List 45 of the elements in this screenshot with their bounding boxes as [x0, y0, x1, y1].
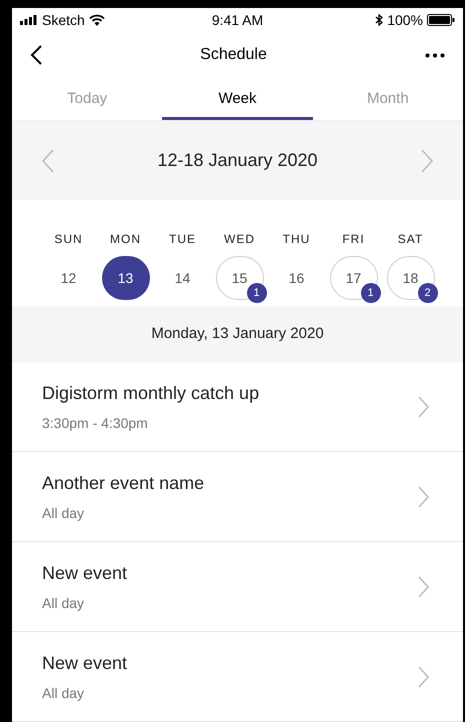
date-button[interactable]: 14 — [158, 256, 206, 300]
event-time: All day — [42, 594, 86, 613]
event-time: 3:30pm - 4:30pm — [42, 414, 149, 433]
carrier-name: Sketch — [42, 10, 85, 30]
event-title: Another event name — [42, 472, 204, 494]
battery-percent: 100% — [387, 10, 423, 30]
date-button[interactable]: 13 — [102, 256, 150, 300]
date-button[interactable]: 15 1 — [216, 256, 264, 300]
chevron-right-icon — [418, 396, 429, 418]
chevron-right-icon — [418, 486, 429, 508]
event-title: New event — [42, 562, 128, 584]
event-row[interactable]: New event All day — [12, 632, 463, 722]
weekday-label: THU — [282, 231, 310, 248]
wifi-icon — [88, 14, 105, 26]
event-time: All day — [42, 504, 86, 523]
event-count-badge: 2 — [418, 283, 438, 304]
event-title: New event — [42, 652, 128, 674]
battery-icon — [427, 14, 455, 26]
date-button[interactable]: 18 2 — [386, 256, 434, 300]
date-button[interactable]: 17 1 — [330, 256, 378, 300]
weekday-label: TUE — [169, 231, 196, 248]
chevron-right-icon — [418, 576, 429, 598]
event-title: Digistorm monthly catch up — [42, 382, 260, 405]
event-count-badge: 1 — [360, 283, 380, 304]
weekday-label: SUN — [54, 231, 83, 248]
weekday-label: FRI — [342, 231, 365, 248]
event-count-badge: 1 — [246, 283, 266, 304]
selected-day-heading: Monday, 13 January 2020 — [151, 324, 324, 344]
week-range: 12-18 January 2020 — [157, 149, 318, 172]
signal-icon — [20, 15, 38, 26]
event-row[interactable]: Digistorm monthly catch up 3:30pm - 4:30pm — [12, 362, 463, 452]
chevron-right-icon — [418, 666, 429, 688]
date-button[interactable]: 12 — [44, 256, 92, 300]
weekday-label: MON — [110, 231, 141, 248]
screen-title: Schedule — [200, 45, 267, 66]
event-row[interactable]: Another event name All day — [12, 452, 463, 542]
weekday-label: WED — [224, 231, 255, 248]
bluetooth-icon — [375, 14, 384, 26]
more-icon[interactable] — [425, 52, 445, 58]
status-time: 9:41 AM — [212, 10, 264, 30]
event-time: All day — [42, 684, 86, 703]
weekday-label: SAT — [398, 231, 424, 248]
date-button[interactable]: 16 — [272, 256, 320, 300]
event-row[interactable]: New event All day — [12, 542, 463, 632]
back-icon[interactable] — [30, 45, 42, 66]
